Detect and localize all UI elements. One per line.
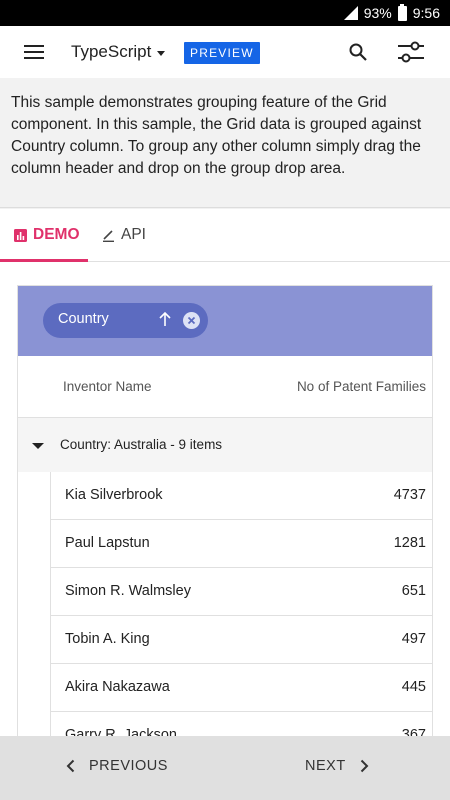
edit-icon <box>103 229 114 242</box>
column-header-patent-families[interactable]: No of Patent Families <box>297 379 426 394</box>
remove-group-icon[interactable] <box>183 312 200 329</box>
tab-bar: DEMO API <box>0 209 450 262</box>
table-row[interactable]: Paul Lapstun 1281 <box>51 520 432 568</box>
signal-icon <box>343 6 358 20</box>
cell-inventor-name: Kia Silverbrook <box>65 487 163 503</box>
tab-demo[interactable]: DEMO <box>14 209 80 261</box>
group-row-label: Country: Australia - 9 items <box>60 437 223 452</box>
battery-icon <box>397 3 407 21</box>
cell-inventor-name: Tobin A. King <box>65 631 150 647</box>
grid: Country Inventor Name No of Patent Famil… <box>17 285 433 736</box>
clock: 9:56 <box>412 5 440 21</box>
cell-patent-count: 445 <box>401 679 426 695</box>
table-row[interactable]: Tobin A. King 497 <box>51 616 432 664</box>
tab-api[interactable]: API <box>102 209 146 261</box>
table-row[interactable]: Kia Silverbrook 4737 <box>51 472 432 520</box>
tab-api-label: API <box>121 226 146 243</box>
cell-inventor-name: Simon R. Walmsley <box>65 583 191 599</box>
table-row[interactable]: Simon R. Walmsley 651 <box>51 568 432 616</box>
caret-down-icon <box>157 50 166 56</box>
sample-description: This sample demonstrates grouping featur… <box>0 78 450 208</box>
search-icon[interactable] <box>348 42 368 62</box>
group-row-australia[interactable]: Country: Australia - 9 items <box>18 418 432 472</box>
group-chip-label: Country <box>58 311 109 327</box>
language-dropdown[interactable]: TypeScript <box>71 42 166 62</box>
chart-icon <box>14 228 27 242</box>
chevron-right-icon <box>360 759 369 773</box>
grid-header-row: Inventor Name No of Patent Families <box>18 356 432 418</box>
bottom-navigation: PREVIOUS NEXT <box>0 736 450 800</box>
next-button[interactable]: NEXT <box>305 758 369 774</box>
group-chip-country[interactable]: Country <box>43 303 208 338</box>
cell-patent-count: 1281 <box>393 535 426 551</box>
settings-sliders-icon[interactable] <box>397 41 425 63</box>
chevron-left-icon <box>66 759 75 773</box>
menu-icon[interactable] <box>24 45 44 59</box>
cell-inventor-name: Garry R. Jackson <box>65 727 177 736</box>
column-header-inventor-name[interactable]: Inventor Name <box>63 379 152 394</box>
table-row[interactable]: Akira Nakazawa 445 <box>51 664 432 712</box>
cell-patent-count: 367 <box>401 727 426 736</box>
sort-ascending-icon[interactable] <box>158 309 172 329</box>
next-label: NEXT <box>305 758 346 774</box>
demo-content: Country Inventor Name No of Patent Famil… <box>0 262 450 736</box>
cell-patent-count: 651 <box>401 583 426 599</box>
collapse-caret-icon[interactable] <box>32 443 44 449</box>
battery-percent: 93% <box>363 5 392 21</box>
table-row[interactable]: Garry R. Jackson 367 <box>51 712 432 736</box>
cell-inventor-name: Akira Nakazawa <box>65 679 170 695</box>
preview-badge: PREVIEW <box>184 42 260 64</box>
app-bar: TypeScript PREVIEW <box>0 26 450 78</box>
cell-patent-count: 4737 <box>393 487 426 503</box>
grid-rows: Kia Silverbrook 4737 Paul Lapstun 1281 S… <box>50 472 432 736</box>
cell-inventor-name: Paul Lapstun <box>65 535 150 551</box>
status-bar: 93% 9:56 <box>0 0 450 26</box>
previous-label: PREVIOUS <box>89 758 168 774</box>
language-label: TypeScript <box>71 42 152 61</box>
tab-demo-label: DEMO <box>33 226 80 243</box>
group-drop-area[interactable]: Country <box>18 286 432 356</box>
cell-patent-count: 497 <box>401 631 426 647</box>
previous-button[interactable]: PREVIOUS <box>66 758 168 774</box>
